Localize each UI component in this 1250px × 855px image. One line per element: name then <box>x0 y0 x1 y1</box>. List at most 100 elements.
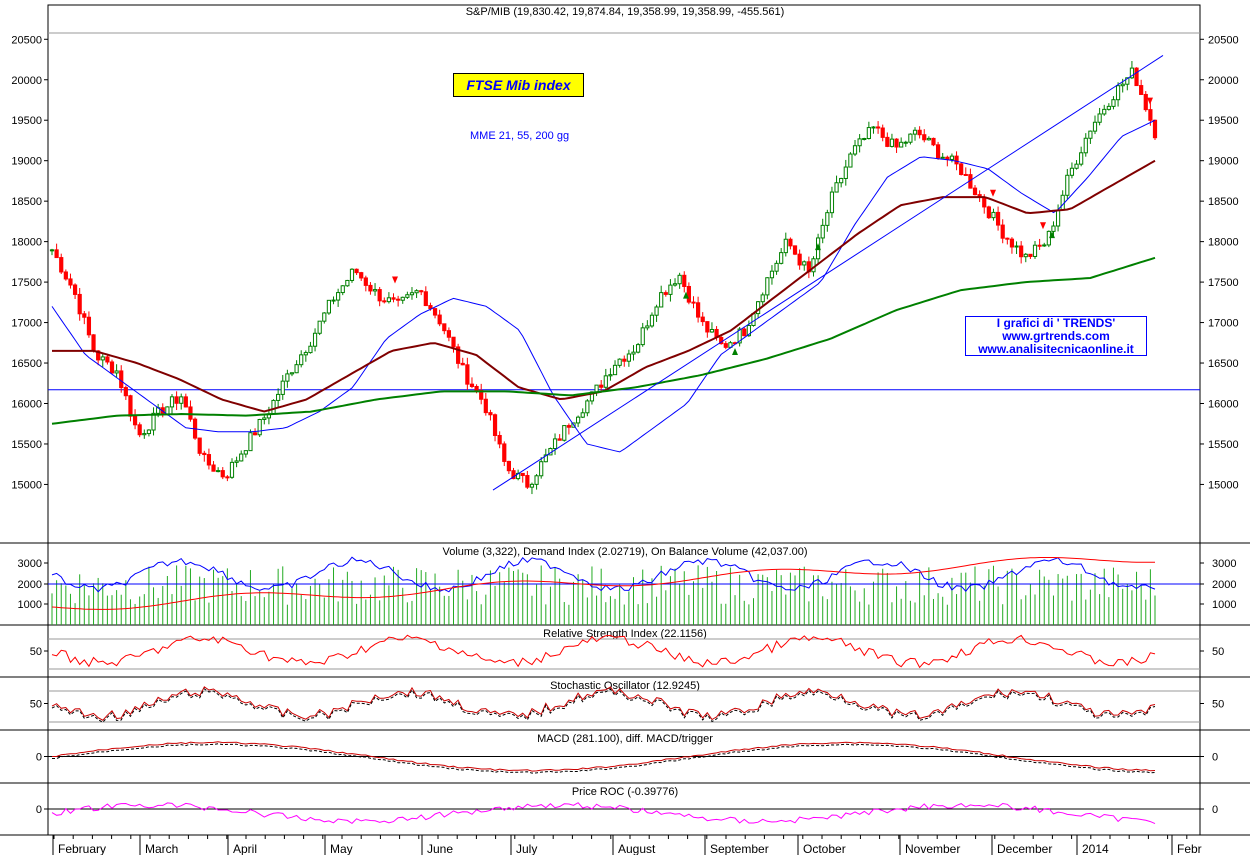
candle-body <box>1111 99 1116 107</box>
price-tick-label-right: 15500 <box>1208 439 1239 451</box>
price-tick-label-left: 20500 <box>11 34 42 46</box>
candle-body <box>285 373 290 382</box>
candle-body <box>151 412 156 431</box>
candle-body <box>972 187 978 196</box>
candle-body <box>677 274 682 285</box>
panel-tick-label-left: 1000 <box>18 599 42 611</box>
stock-chart: 15000 15000 15500 15500 16000 16000 16500 16500… <box>0 4 1250 855</box>
candle-body <box>659 292 664 308</box>
candle-body <box>682 274 687 287</box>
candle-body <box>276 393 281 401</box>
candle-body <box>696 302 701 318</box>
candle-body <box>100 356 105 361</box>
price-tick-label-right: 20000 <box>1208 75 1239 87</box>
candle-body <box>1088 130 1093 139</box>
candle-body <box>1097 113 1102 123</box>
candle-body <box>86 316 92 336</box>
candle-body <box>146 429 152 435</box>
candle-body <box>497 434 502 445</box>
sell-signal-arrow <box>1147 97 1153 105</box>
candle-body <box>991 211 996 219</box>
candle-body <box>331 299 336 302</box>
month-label: June <box>427 842 453 855</box>
candle-body <box>252 432 258 436</box>
candle-body <box>1032 244 1038 257</box>
candle-body <box>405 294 410 298</box>
candle-body <box>875 126 881 129</box>
candle-body <box>848 153 853 168</box>
candle-body <box>520 472 525 477</box>
price-tick-label-left: 15500 <box>11 439 42 451</box>
candle-body <box>1092 121 1098 132</box>
panel-title-0: Volume (3,322), Demand Index (2.02719), … <box>442 546 807 558</box>
candle-body <box>765 277 770 296</box>
candle-body <box>423 291 428 307</box>
candle-body <box>797 253 802 266</box>
candle-body <box>280 380 285 395</box>
candle-body <box>59 257 64 273</box>
candle-body <box>986 206 991 219</box>
sell-signal-arrow <box>392 276 398 284</box>
panel-tick-label-left: 0 <box>36 752 42 764</box>
candle-body <box>636 344 641 353</box>
candle-body <box>1074 163 1079 169</box>
candle-body <box>1120 83 1125 87</box>
price-tick-label-right: 19000 <box>1208 156 1239 168</box>
panel-tick-label-right: 50 <box>1212 699 1224 711</box>
candle-body <box>368 284 373 292</box>
candle-body <box>446 330 451 338</box>
candle-body <box>114 370 119 374</box>
candle-body <box>626 353 631 362</box>
candle-body <box>345 279 350 287</box>
candle-body <box>437 314 442 325</box>
sell-signal-arrow <box>1040 222 1046 230</box>
candle-body <box>760 294 765 303</box>
candle-body <box>922 134 927 141</box>
candle-body <box>409 292 415 296</box>
candle-body <box>1152 119 1158 139</box>
candle-body <box>995 211 1001 226</box>
candle-body <box>442 323 447 332</box>
panel-tick-label-right: 1000 <box>1212 599 1236 611</box>
panel-tick-label-left: 50 <box>30 699 42 711</box>
candle-body <box>889 138 895 147</box>
ftse-mib-logo: FTSE Mib index <box>453 73 584 97</box>
candle-body <box>1069 167 1075 176</box>
candle-body <box>1051 225 1056 232</box>
candle-body <box>825 212 830 226</box>
candle-body <box>834 182 839 193</box>
candle-body <box>774 262 779 272</box>
candle-body <box>63 271 68 280</box>
chart-header: S&P/MIB (19,830.42, 19,874.84, 19,358.99… <box>466 6 785 18</box>
candle-body <box>377 289 382 302</box>
candle-body <box>382 300 387 303</box>
candle-body <box>663 292 668 295</box>
candle-body <box>312 332 318 347</box>
candle-body <box>248 432 253 452</box>
price-tick-label-right: 17500 <box>1208 277 1239 289</box>
indicator-trigger-line-3 <box>52 743 1156 774</box>
price-tick-label-left: 16000 <box>11 399 42 411</box>
candle-body <box>617 358 622 366</box>
candle-body <box>608 374 613 377</box>
on-balance-volume-line <box>51 557 1155 610</box>
candle-body <box>400 296 405 301</box>
candle-body <box>1019 245 1024 258</box>
candle-body <box>954 155 959 165</box>
indicator-trigger-line-2 <box>51 688 1156 723</box>
candle-body <box>128 395 133 417</box>
candle-body <box>599 384 604 388</box>
candle-body <box>640 327 645 346</box>
price-tick-label-right: 20500 <box>1208 34 1239 46</box>
candle-body <box>188 406 193 420</box>
candle-body <box>982 196 987 208</box>
candle-body <box>1134 67 1139 87</box>
candle-body <box>912 129 918 135</box>
panel-title-3: MACD (281.100), diff. MACD/trigger <box>537 733 713 745</box>
candle-body <box>234 460 239 463</box>
candles-group <box>49 60 1158 495</box>
panel-tick-label-right: 3000 <box>1212 558 1236 570</box>
price-tick-label-left: 17000 <box>11 318 42 330</box>
candle-body <box>612 364 618 376</box>
candle-body <box>54 249 59 259</box>
